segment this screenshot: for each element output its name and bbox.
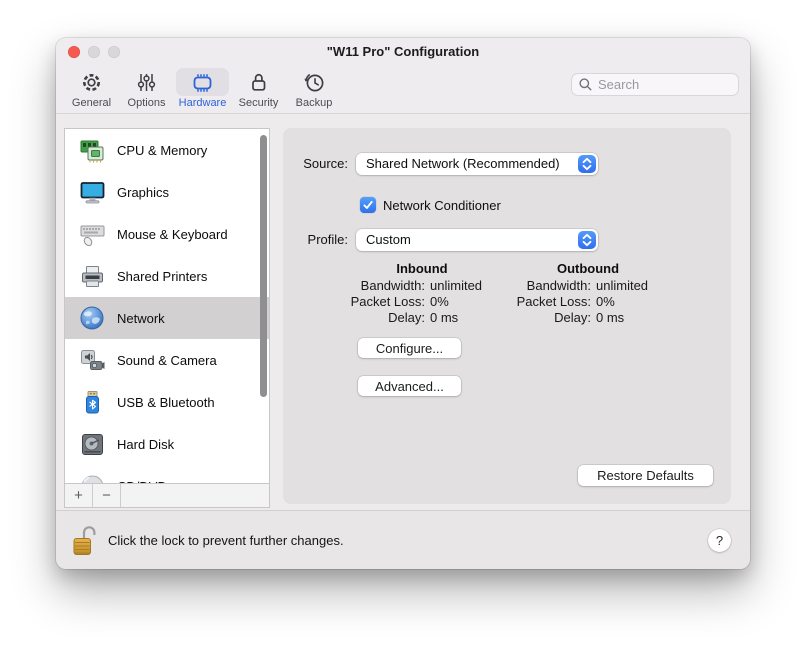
outbound-packet-loss-value: 0% [596, 294, 671, 310]
general-iconbox [66, 68, 117, 96]
toolbar-tab-label: General [72, 97, 111, 109]
search-placeholder: Search [598, 77, 639, 92]
usb-bluetooth-icon [77, 387, 107, 417]
toolbar: General Options [56, 66, 750, 114]
sidebar-footer: + − [65, 483, 269, 507]
hard-disk-icon [77, 429, 107, 459]
popup-arrows-icon [578, 155, 596, 173]
toolbar-tab-general[interactable]: General [66, 68, 117, 109]
inbound-bandwidth-value: unlimited [430, 278, 505, 294]
mouse-keyboard-icon [77, 219, 107, 249]
close-button[interactable] [68, 46, 80, 58]
sidebar-item-shared-printers[interactable]: Shared Printers [65, 255, 269, 297]
source-value: Shared Network (Recommended) [366, 153, 560, 175]
checkbox-checked-icon [360, 197, 376, 213]
security-iconbox [233, 68, 284, 96]
help-button[interactable]: ? [708, 529, 731, 552]
outbound-bandwidth-label: Bandwidth: [505, 278, 591, 294]
sidebar-item-cd-dvd[interactable]: CD/DVD [65, 465, 269, 484]
time-machine-icon [301, 70, 327, 95]
sidebar-item-cpu-memory[interactable]: CPU & Memory [65, 129, 269, 171]
sidebar-item-label: CPU & Memory [117, 143, 207, 158]
popup-arrows-icon [578, 231, 596, 249]
sliders-icon [134, 70, 159, 95]
toolbar-tab-hardware[interactable]: Hardware [176, 68, 229, 109]
search-icon [578, 77, 593, 92]
gear-icon [79, 70, 104, 95]
outbound-column: Outbound Bandwidth: unlimited Packet Los… [505, 261, 671, 326]
sidebar-item-usb-bluetooth[interactable]: USB & Bluetooth [65, 381, 269, 423]
graphics-icon [77, 177, 107, 207]
traffic-lights [68, 46, 120, 58]
printer-icon [77, 261, 107, 291]
lock-icon [246, 70, 271, 95]
remove-device-button[interactable]: − [93, 484, 121, 507]
network-globe-icon [77, 303, 107, 333]
chip-icon [189, 70, 216, 95]
network-conditioner-checkbox[interactable]: Network Conditioner [360, 197, 501, 213]
options-iconbox [121, 68, 172, 96]
unlocked-padlock-icon[interactable] [72, 522, 98, 558]
lock-hint-text: Click the lock to prevent further change… [108, 533, 344, 548]
outbound-packet-loss-label: Packet Loss: [505, 294, 591, 310]
titlebar: "W11 Pro" Configuration [56, 38, 750, 66]
toolbar-tab-label: Options [128, 97, 166, 109]
outbound-delay-value: 0 ms [596, 310, 671, 326]
hardware-sidebar: CPU & Memory Graphics [64, 128, 270, 508]
minimize-button[interactable] [88, 46, 100, 58]
outbound-header: Outbound [505, 261, 671, 278]
hardware-iconbox [176, 68, 229, 96]
restore-defaults-button[interactable]: Restore Defaults [578, 465, 713, 486]
sidebar-item-label: Shared Printers [117, 269, 207, 284]
toolbar-tab-backup[interactable]: Backup [288, 68, 340, 109]
sidebar-scrollbar[interactable] [260, 135, 267, 397]
sidebar-item-label: USB & Bluetooth [117, 395, 215, 410]
sidebar-item-graphics[interactable]: Graphics [65, 171, 269, 213]
profile-value: Custom [366, 229, 411, 251]
toolbar-tab-label: Hardware [179, 97, 227, 109]
sidebar-item-label: Mouse & Keyboard [117, 227, 228, 242]
inbound-packet-loss-value: 0% [430, 294, 505, 310]
source-select[interactable]: Shared Network (Recommended) [356, 153, 598, 175]
sidebar-item-label: Sound & Camera [117, 353, 217, 368]
configure-button[interactable]: Configure... [358, 338, 461, 358]
profile-select[interactable]: Custom [356, 229, 598, 251]
outbound-bandwidth-value: unlimited [596, 278, 671, 294]
bottom-bar: Click the lock to prevent further change… [56, 510, 750, 569]
content-area: CPU & Memory Graphics [56, 115, 750, 510]
sidebar-item-hard-disk[interactable]: Hard Disk [65, 423, 269, 465]
window-title: "W11 Pro" Configuration [56, 38, 750, 66]
sidebar-item-label: Graphics [117, 185, 169, 200]
network-conditioner-label: Network Conditioner [383, 198, 501, 213]
sidebar-item-label: Hard Disk [117, 437, 174, 452]
inbound-column: Inbound Bandwidth: unlimited Packet Loss… [339, 261, 505, 326]
toolbar-tab-options[interactable]: Options [121, 68, 172, 109]
network-settings-panel: Source: Shared Network (Recommended) Net… [283, 128, 731, 504]
inbound-packet-loss-label: Packet Loss: [339, 294, 425, 310]
source-label: Source: [283, 153, 348, 175]
profile-label: Profile: [283, 229, 348, 251]
toolbar-tab-security[interactable]: Security [233, 68, 284, 109]
cpu-memory-icon [77, 135, 107, 165]
configuration-window: "W11 Pro" Configuration General [56, 38, 750, 569]
zoom-button[interactable] [108, 46, 120, 58]
sidebar-item-network[interactable]: Network [65, 297, 269, 339]
search-input[interactable]: Search [571, 73, 739, 96]
hardware-list: CPU & Memory Graphics [65, 129, 269, 484]
outbound-delay-label: Delay: [505, 310, 591, 326]
toolbar-tab-label: Backup [296, 97, 333, 109]
inbound-delay-label: Delay: [339, 310, 425, 326]
toolbar-tab-label: Security [239, 97, 279, 109]
inbound-header: Inbound [339, 261, 505, 278]
backup-iconbox [288, 68, 340, 96]
sidebar-item-mouse-keyboard[interactable]: Mouse & Keyboard [65, 213, 269, 255]
sound-camera-icon [77, 345, 107, 375]
inbound-delay-value: 0 ms [430, 310, 505, 326]
add-device-button[interactable]: + [65, 484, 93, 507]
advanced-button[interactable]: Advanced... [358, 376, 461, 396]
sidebar-item-label: Network [117, 311, 165, 326]
sidebar-item-sound-camera[interactable]: Sound & Camera [65, 339, 269, 381]
inbound-bandwidth-label: Bandwidth: [339, 278, 425, 294]
